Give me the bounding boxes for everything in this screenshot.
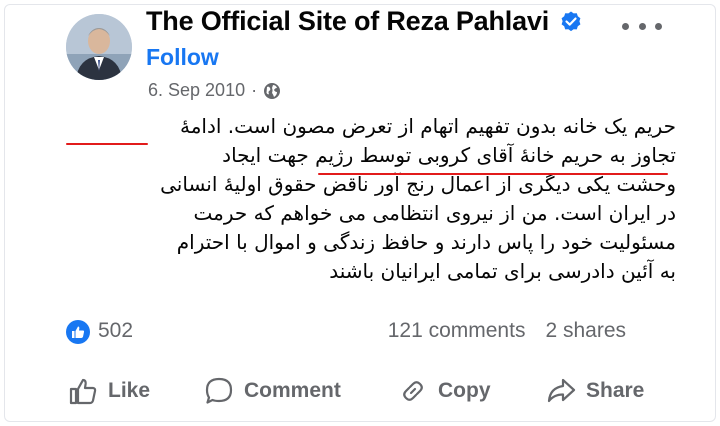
follow-button[interactable]: Follow (146, 44, 219, 71)
red-annotation-underline (66, 143, 148, 145)
post-header: The Official Site of Reza Pahlavi Follow… (0, 0, 720, 110)
post-text-line: به آئین دادرسی برای تمامی ایرانیان باشند (329, 259, 676, 283)
post-text: حریم یک خانه بدون تفهیم اتهام از تعرض مص… (58, 112, 676, 286)
verified-badge-icon (561, 11, 581, 31)
comment-bubble-icon (205, 377, 233, 404)
red-annotation-underline (318, 173, 668, 175)
post-text-line: حریم یک خانه بدون تفهیم اتهام از تعرض مص… (179, 114, 676, 138)
profile-photo (66, 14, 132, 80)
like-label: Like (108, 379, 151, 402)
reaction-count[interactable]: 502 (98, 319, 133, 343)
stats-right: 121 comments 2 shares (388, 319, 626, 343)
post-meta: 6. Sep 2010 · (148, 80, 281, 101)
link-icon (403, 381, 423, 401)
avatar[interactable] (66, 14, 132, 80)
globe-icon (264, 82, 281, 99)
post-text-line: تجاوز به حریم خانهٔ آقای کروبی توسط رژیم… (222, 143, 676, 167)
meta-separator: · (251, 80, 258, 100)
like-button[interactable]: Like (68, 376, 150, 406)
share-label: Share (586, 379, 645, 402)
more-options-icon[interactable] (622, 14, 662, 38)
comments-count[interactable]: 121 comments (388, 319, 526, 343)
post-text-line: در ایران است. من از نیروی انتظامی می خوا… (193, 201, 676, 225)
action-bar: Like Comment Copy Share (0, 364, 720, 418)
comment-button[interactable]: Comment (204, 376, 341, 406)
post-text-line: مسئولیت خود را پاس دارند و حافظ زندگی و … (176, 230, 676, 254)
share-arrow-icon (547, 378, 576, 403)
copy-label: Copy (438, 379, 491, 402)
comment-label: Comment (244, 379, 341, 402)
page-name[interactable]: The Official Site of Reza Pahlavi (146, 6, 583, 37)
page-name-text[interactable]: The Official Site of Reza Pahlavi (146, 6, 549, 37)
copy-button[interactable]: Copy (398, 376, 491, 406)
thumbs-up-icon (69, 378, 97, 405)
post-date[interactable]: 6. Sep 2010 (148, 80, 245, 101)
share-button[interactable]: Share (546, 376, 644, 406)
like-reaction-icon[interactable] (66, 320, 90, 344)
engagement-stats: 502 121 comments 2 shares (0, 312, 720, 352)
shares-count[interactable]: 2 shares (545, 319, 626, 343)
